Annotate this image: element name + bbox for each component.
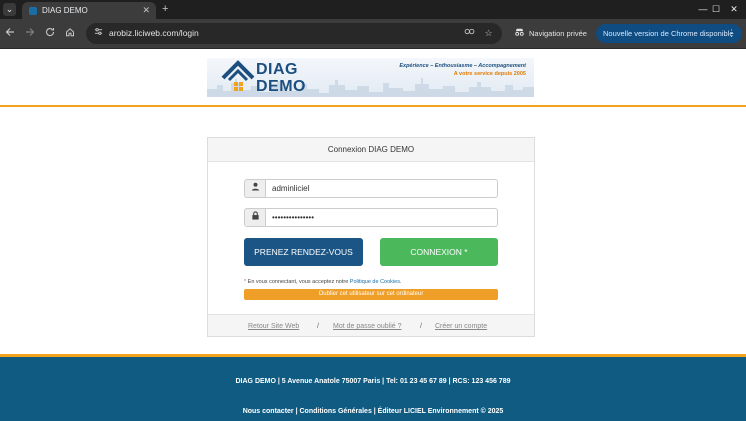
footer-address: DIAG DEMO | 5 Avenue Anatole 75007 Paris… <box>235 378 511 385</box>
logo-text-line-2: DEMO <box>256 78 306 95</box>
header-divider <box>0 105 746 107</box>
cookie-consent-text: * En vous connectant, vous acceptez notr… <box>244 278 401 286</box>
tagline-since: A votre service depuis 2005 <box>453 71 526 77</box>
header-banner: DIAG DEMO Expérience – Enthousiasme – Ac… <box>207 58 534 97</box>
reload-icon <box>46 28 55 37</box>
key-icon[interactable] <box>463 27 476 40</box>
forget-user-button[interactable]: Oublier cet utilisateur sur cet ordinate… <box>244 289 498 300</box>
url-text: arobiz.liciweb.com/login <box>109 28 199 38</box>
site-info-icon[interactable] <box>92 27 105 40</box>
create-account-link[interactable]: Créer un compte <box>435 322 487 331</box>
tagline-values: Expérience – Enthousiasme – Accompagneme… <box>399 63 526 69</box>
address-bar[interactable]: arobiz.liciweb.com/login ☆ <box>86 23 502 44</box>
forgot-password-link[interactable]: Mot de passe oublié ? <box>333 322 402 331</box>
browser-toolbar: arobiz.liciweb.com/login ☆ Navigation pr… <box>0 19 746 49</box>
browser-tab[interactable]: DIAG DEMO ✕ <box>22 2 156 19</box>
close-window-button[interactable]: ✕ <box>724 2 744 16</box>
tab-title: DIAG DEMO <box>42 6 88 15</box>
cookie-policy-link[interactable]: Politique de Cookies <box>350 279 400 285</box>
chrome-update-button[interactable]: Nouvelle version de Chrome disponible ⋮ <box>596 24 742 43</box>
tab-close-icon[interactable]: ✕ <box>142 4 150 17</box>
home-button[interactable] <box>63 27 77 41</box>
back-to-site-link[interactable]: Retour Site Web <box>248 322 299 331</box>
incognito-icon <box>514 27 525 41</box>
lock-icon <box>244 208 266 227</box>
key-icon-glyph <box>464 28 475 35</box>
reload-button[interactable] <box>43 27 57 41</box>
login-panel-header: Connexion DIAG DEMO <box>208 138 534 162</box>
tab-search-button[interactable]: ⌄ <box>3 3 16 16</box>
arrow-right-icon <box>26 28 35 36</box>
site-footer: DIAG DEMO | 5 Avenue Anatole 75007 Paris… <box>0 357 746 421</box>
forward-button[interactable] <box>23 27 37 41</box>
arrow-left-icon <box>5 28 14 36</box>
house-logo-icon <box>221 60 255 91</box>
user-glyph <box>251 182 259 191</box>
connect-button[interactable]: CONNEXION * <box>380 238 498 266</box>
appointment-button[interactable]: PRENEZ RENDEZ-VOUS <box>244 238 363 266</box>
login-title: Connexion DIAG DEMO <box>327 145 415 154</box>
more-menu-icon[interactable]: ⋮ <box>727 27 736 40</box>
link-separator: / <box>317 323 319 330</box>
incognito-label: Navigation privée <box>529 29 587 38</box>
diag-demo-logo[interactable]: DIAG DEMO <box>221 60 317 96</box>
incognito-glyph <box>515 28 524 36</box>
page-content: DIAG DEMO Expérience – Enthousiasme – Ac… <box>0 50 746 421</box>
maximize-button[interactable]: ☐ <box>706 2 726 16</box>
home-icon <box>66 28 74 37</box>
new-tab-button[interactable]: + <box>162 2 168 16</box>
browser-tab-bar: ⌄ DIAG DEMO ✕ + — ☐ ✕ <box>0 0 746 19</box>
update-label: Nouvelle version de Chrome disponible <box>603 29 734 38</box>
incognito-indicator[interactable]: Navigation privée <box>509 24 591 43</box>
favicon-icon <box>29 7 37 15</box>
consent-body: En vous connectant, vous acceptez notre <box>246 279 350 285</box>
footer-links[interactable]: Nous contacter | Conditions Générales | … <box>0 407 746 416</box>
link-separator: / <box>420 323 422 330</box>
user-icon <box>244 179 266 198</box>
username-group <box>244 179 498 198</box>
login-panel: Connexion DIAG DEMO ••••••••••••••• PREN… <box>207 137 535 337</box>
password-group: ••••••••••••••• <box>244 208 498 227</box>
lock-glyph <box>251 211 259 220</box>
login-panel-footer: Retour Site Web / Mot de passe oublié ? … <box>208 314 534 336</box>
back-button[interactable] <box>3 27 17 41</box>
password-input[interactable]: ••••••••••••••• <box>265 208 498 227</box>
username-input[interactable] <box>265 179 498 198</box>
consent-end: . <box>399 279 402 285</box>
tune-icon <box>94 28 103 35</box>
bookmark-star-icon[interactable]: ☆ <box>482 27 495 40</box>
logo-text-line-1: DIAG <box>256 61 298 78</box>
